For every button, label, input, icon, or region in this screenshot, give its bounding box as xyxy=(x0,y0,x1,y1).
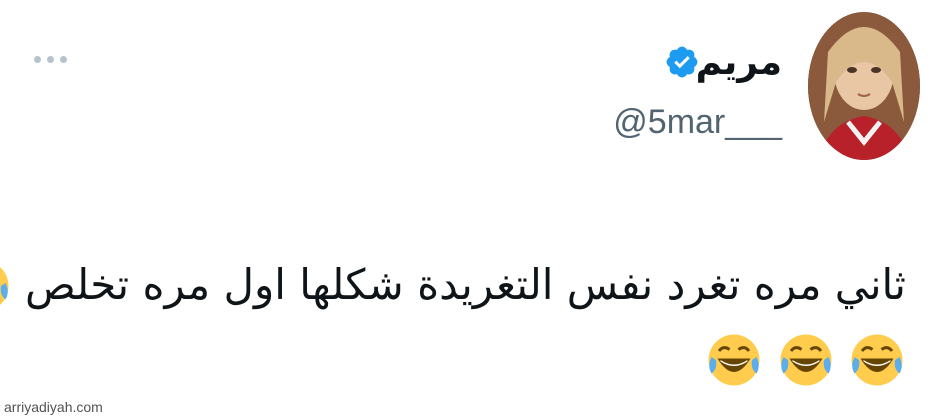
display-name[interactable]: مريم xyxy=(696,40,782,86)
tweet-text-line-1: ثاني مره تغرد نفس التغريدة شكلها اول مره… xyxy=(0,248,906,322)
avatar[interactable] xyxy=(808,12,920,160)
tweet-text-line-2 xyxy=(26,322,906,396)
tweet-card: مريم @5mar___ ثاني مره تغرد نفس التغريدة… xyxy=(0,0,950,417)
face-with-tears-of-joy-icon xyxy=(0,267,9,305)
tweet-text: ثاني مره تغرد نفس التغريدة شكلها اول مره… xyxy=(0,248,906,396)
face-with-tears-of-joy-icon xyxy=(708,334,760,386)
user-handle[interactable]: @5mar___ xyxy=(613,100,782,144)
tweet-text-content: ثاني مره تغرد نفس التغريدة شكلها اول مره… xyxy=(24,260,906,309)
more-options-icon[interactable] xyxy=(34,48,74,64)
face-with-tears-of-joy-icon xyxy=(780,334,832,386)
face-with-tears-of-joy-icon xyxy=(851,334,903,386)
watermark: arriyadiyah.com xyxy=(4,399,103,415)
verified-badge-icon xyxy=(666,46,698,78)
